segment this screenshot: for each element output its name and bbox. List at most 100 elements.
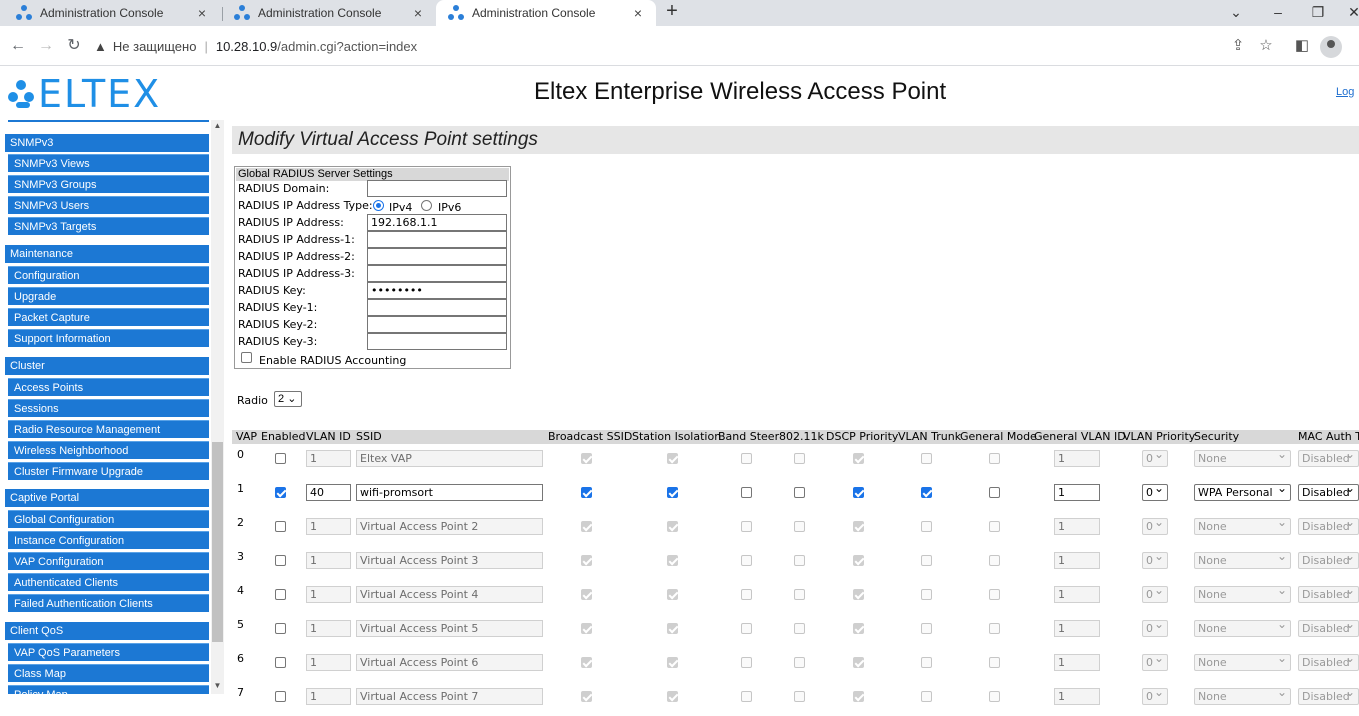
dscp-priority-checkbox[interactable] xyxy=(853,589,864,600)
sidebar-section-cluster[interactable]: Cluster xyxy=(5,357,209,375)
general-mode-checkbox[interactable] xyxy=(989,487,1000,498)
sidebar-section-client-qos[interactable]: Client QoS xyxy=(5,622,209,640)
sidebar-item-policy-map[interactable]: Policy Map xyxy=(8,685,209,694)
band-steer-checkbox[interactable] xyxy=(741,623,752,634)
vlan-priority-select[interactable]: 0 xyxy=(1142,484,1168,501)
security-select[interactable]: None xyxy=(1194,654,1291,671)
ssid-input[interactable]: Virtual Access Point 6 xyxy=(356,654,543,671)
broadcast-ssid-checkbox[interactable] xyxy=(581,453,592,464)
scroll-down-arrow-icon[interactable]: ▼ xyxy=(211,680,224,692)
security-select[interactable]: None xyxy=(1194,518,1291,535)
broadcast-ssid-checkbox[interactable] xyxy=(581,487,592,498)
ssid-input[interactable]: Virtual Access Point 5 xyxy=(356,620,543,637)
sidebar-section-maintenance[interactable]: Maintenance xyxy=(5,245,209,263)
80211k-checkbox[interactable] xyxy=(794,453,805,464)
close-tab-icon[interactable]: × xyxy=(410,5,426,21)
broadcast-ssid-checkbox[interactable] xyxy=(581,623,592,634)
bookmark-star-icon[interactable]: ☆ xyxy=(1256,36,1276,56)
ssid-input[interactable]: Eltex VAP xyxy=(356,450,543,467)
close-tab-icon[interactable]: × xyxy=(630,5,646,21)
security-select[interactable]: None xyxy=(1194,586,1291,603)
sidebar-item-upgrade[interactable]: Upgrade xyxy=(8,287,209,305)
mac-auth-select[interactable]: Disabled xyxy=(1298,518,1359,535)
vlan-trunk-checkbox[interactable] xyxy=(921,691,932,702)
sidebar-item-snmpv3-targets[interactable]: SNMPv3 Targets xyxy=(8,217,209,235)
close-window-icon[interactable]: ✕ xyxy=(1344,4,1359,22)
band-steer-checkbox[interactable] xyxy=(741,487,752,498)
ipv4-radio[interactable] xyxy=(373,200,384,211)
vlan-trunk-checkbox[interactable] xyxy=(921,555,932,566)
radius-ip-input[interactable]: 192.168.1.1 xyxy=(367,214,507,231)
share-icon[interactable]: ⇪ xyxy=(1228,36,1248,56)
band-steer-checkbox[interactable] xyxy=(741,521,752,532)
vlan-trunk-checkbox[interactable] xyxy=(921,453,932,464)
general-vlan-id-input[interactable]: 1 xyxy=(1054,688,1100,705)
vlan-priority-select[interactable]: 0 xyxy=(1142,552,1168,569)
vlan-id-input[interactable]: 1 xyxy=(306,552,351,569)
dscp-priority-checkbox[interactable] xyxy=(853,555,864,566)
url-field[interactable]: ▲ Не защищено | 10.28.10.9/admin.cgi?act… xyxy=(94,32,1224,60)
station-isolation-checkbox[interactable] xyxy=(667,555,678,566)
radio-select[interactable]: 2 ⌄ xyxy=(274,391,302,407)
sidebar-item-vap-configuration[interactable]: VAP Configuration xyxy=(8,552,209,570)
close-tab-icon[interactable]: × xyxy=(194,5,210,21)
band-steer-checkbox[interactable] xyxy=(741,555,752,566)
80211k-checkbox[interactable] xyxy=(794,521,805,532)
ssid-input[interactable]: Virtual Access Point 7 xyxy=(356,688,543,705)
band-steer-checkbox[interactable] xyxy=(741,691,752,702)
station-isolation-checkbox[interactable] xyxy=(667,453,678,464)
radius-ip1-input[interactable] xyxy=(367,231,507,248)
station-isolation-checkbox[interactable] xyxy=(667,623,678,634)
profile-avatar-icon[interactable] xyxy=(1320,36,1342,58)
sidebar-item-snmpv3-users[interactable]: SNMPv3 Users xyxy=(8,196,209,214)
radius-domain-input[interactable] xyxy=(367,180,507,197)
vlan-id-input[interactable]: 40 xyxy=(306,484,351,501)
vlan-priority-select[interactable]: 0 xyxy=(1142,518,1168,535)
mac-auth-select[interactable]: Disabled xyxy=(1298,688,1359,705)
browser-tab[interactable]: Administration Console × xyxy=(222,0,436,26)
radius-accounting-checkbox[interactable] xyxy=(241,352,252,363)
ipv6-radio[interactable] xyxy=(421,200,432,211)
general-mode-checkbox[interactable] xyxy=(989,453,1000,464)
dscp-priority-checkbox[interactable] xyxy=(853,657,864,668)
general-vlan-id-input[interactable]: 1 xyxy=(1054,552,1100,569)
broadcast-ssid-checkbox[interactable] xyxy=(581,521,592,532)
80211k-checkbox[interactable] xyxy=(794,589,805,600)
vlan-id-input[interactable]: 1 xyxy=(306,518,351,535)
band-steer-checkbox[interactable] xyxy=(741,657,752,668)
vlan-trunk-checkbox[interactable] xyxy=(921,487,932,498)
ssid-input[interactable]: Virtual Access Point 4 xyxy=(356,586,543,603)
vlan-id-input[interactable]: 1 xyxy=(306,620,351,637)
sidebar-item-class-map[interactable]: Class Map xyxy=(8,664,209,682)
vlan-priority-select[interactable]: 0 xyxy=(1142,620,1168,637)
sidebar-item-cluster-firmware-upgrade[interactable]: Cluster Firmware Upgrade xyxy=(8,462,209,480)
mac-auth-select[interactable]: Disabled xyxy=(1298,654,1359,671)
general-mode-checkbox[interactable] xyxy=(989,555,1000,566)
general-mode-checkbox[interactable] xyxy=(989,521,1000,532)
scroll-thumb[interactable] xyxy=(212,442,223,642)
mac-auth-select[interactable]: Disabled xyxy=(1298,586,1359,603)
side-panel-icon[interactable]: ◧ xyxy=(1292,36,1312,56)
vlan-trunk-checkbox[interactable] xyxy=(921,589,932,600)
sidebar-section-snmpv3[interactable]: SNMPv3 xyxy=(5,134,209,152)
forward-arrow-icon[interactable]: → xyxy=(36,36,56,56)
broadcast-ssid-checkbox[interactable] xyxy=(581,555,592,566)
ssid-input[interactable]: wifi-promsort xyxy=(356,484,543,501)
ssid-input[interactable]: Virtual Access Point 3 xyxy=(356,552,543,569)
vlan-priority-select[interactable]: 0 xyxy=(1142,450,1168,467)
sidebar-item-packet-capture[interactable]: Packet Capture xyxy=(8,308,209,326)
general-mode-checkbox[interactable] xyxy=(989,691,1000,702)
general-vlan-id-input[interactable]: 1 xyxy=(1054,450,1100,467)
sidebar-item-failed-authentication-clients[interactable]: Failed Authentication Clients xyxy=(8,594,209,612)
mac-auth-select[interactable]: Disabled xyxy=(1298,450,1359,467)
logout-link[interactable]: Log xyxy=(1336,86,1354,98)
minimize-icon[interactable]: – xyxy=(1268,4,1288,22)
security-select[interactable]: None xyxy=(1194,552,1291,569)
reload-icon[interactable]: ↻ xyxy=(64,36,84,56)
security-select[interactable]: None xyxy=(1194,688,1291,705)
vap-enabled-checkbox[interactable] xyxy=(275,487,286,498)
80211k-checkbox[interactable] xyxy=(794,555,805,566)
sidebar-item-configuration[interactable]: Configuration xyxy=(8,266,209,284)
back-arrow-icon[interactable]: ← xyxy=(8,36,28,56)
broadcast-ssid-checkbox[interactable] xyxy=(581,657,592,668)
